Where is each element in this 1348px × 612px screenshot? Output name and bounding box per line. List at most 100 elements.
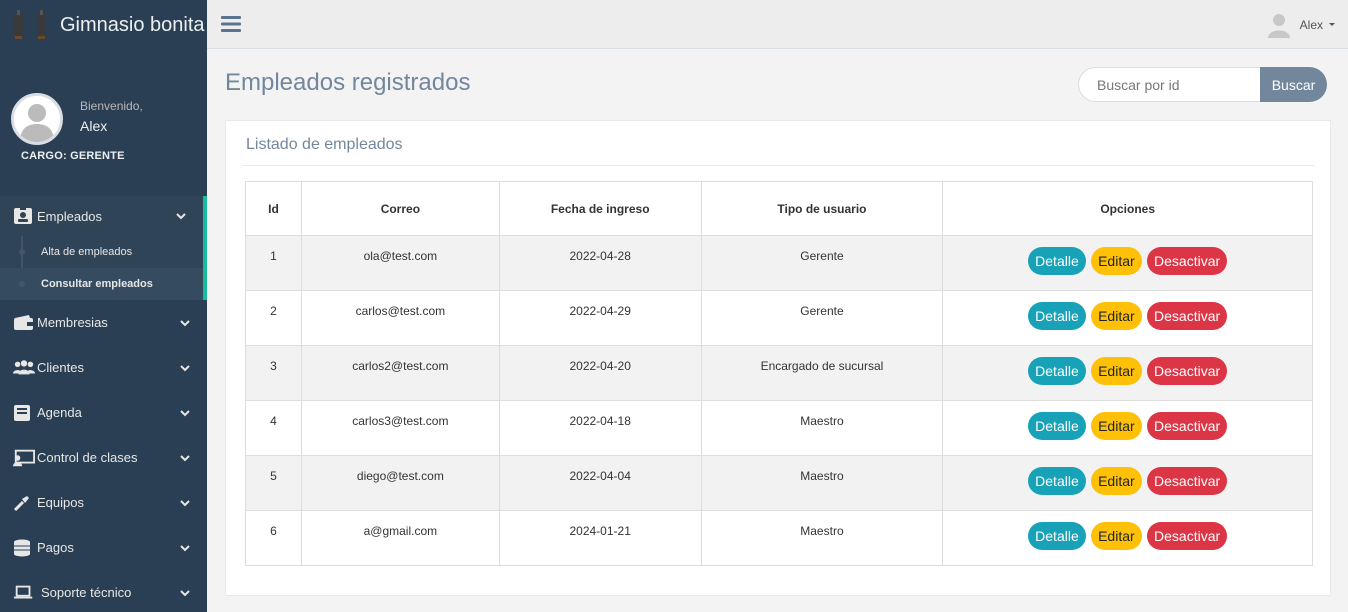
cell-type: Maestro: [700, 455, 944, 511]
cell-id: 2: [245, 290, 302, 346]
chevron-down-icon: [180, 499, 190, 506]
wallet-icon: [14, 314, 33, 330]
table-header-row: Id Correo Fecha de ingreso Tipo de usuar…: [245, 181, 1313, 236]
cell-options: Detalle Editar Desactivar: [942, 345, 1313, 401]
cell-type: Gerente: [700, 235, 944, 291]
cell-date: 2024-01-21: [498, 510, 702, 566]
chevron-down-icon: [180, 589, 190, 596]
cell-date: 2022-04-04: [498, 455, 702, 511]
edit-button[interactable]: Editar: [1091, 522, 1142, 550]
cell-email: a@gmail.com: [300, 510, 500, 566]
cell-date: 2022-04-20: [498, 345, 702, 401]
deactivate-button[interactable]: Desactivar: [1147, 412, 1228, 440]
cell-options: Detalle Editar Desactivar: [942, 510, 1313, 566]
detail-button[interactable]: Detalle: [1028, 302, 1086, 330]
dumbbell-icon: [14, 10, 46, 39]
top-navbar: Alex: [207, 0, 1348, 49]
table-row: 4 carlos3@test.com 2022-04-18 Maestro De…: [245, 400, 1313, 456]
user-avatar-icon: [1267, 14, 1290, 38]
menu-toggle-icon[interactable]: [221, 14, 241, 34]
topnav-username: Alex: [1299, 18, 1323, 32]
cell-options: Detalle Editar Desactivar: [942, 400, 1313, 456]
deactivate-button[interactable]: Desactivar: [1147, 522, 1228, 550]
edit-button[interactable]: Editar: [1091, 357, 1142, 385]
sidebar-item-clientes[interactable]: Clientes: [0, 345, 207, 390]
detail-button[interactable]: Detalle: [1028, 247, 1086, 275]
chevron-down-icon: [180, 364, 190, 371]
book-icon: [14, 404, 30, 421]
search-bar: Buscar: [1078, 67, 1327, 102]
cell-type: Maestro: [700, 510, 944, 566]
cell-options: Detalle Editar Desactivar: [942, 290, 1313, 346]
cell-options: Detalle Editar Desactivar: [942, 235, 1313, 291]
profile-name: Alex: [80, 117, 108, 134]
sidebar-item-label: Equipos: [37, 495, 84, 510]
edit-button[interactable]: Editar: [1091, 247, 1142, 275]
cell-type: Encargado de sucursal: [700, 345, 944, 401]
detail-button[interactable]: Detalle: [1028, 412, 1086, 440]
tools-icon: [13, 495, 29, 511]
employees-panel: Listado de empleados Id Correo Fecha de …: [225, 120, 1331, 596]
sidebar-item-label: Empleados: [37, 208, 103, 224]
users-icon: [13, 359, 35, 374]
cell-email: carlos2@test.com: [300, 345, 500, 401]
column-header-fecha: Fecha de ingreso: [498, 181, 702, 236]
detail-button[interactable]: Detalle: [1028, 357, 1086, 385]
cell-email: ola@test.com: [300, 235, 500, 291]
table-row: 5 diego@test.com 2022-04-04 Maestro Deta…: [245, 455, 1313, 511]
detail-button[interactable]: Detalle: [1028, 467, 1086, 495]
table-row: 2 carlos@test.com 2022-04-29 Gerente Det…: [245, 290, 1313, 346]
column-header-opciones: Opciones: [942, 181, 1313, 236]
edit-button[interactable]: Editar: [1091, 467, 1142, 495]
sidebar-item-label: Clientes: [37, 360, 84, 375]
caret-down-icon: [1329, 23, 1335, 26]
edit-button[interactable]: Editar: [1091, 412, 1142, 440]
deactivate-button[interactable]: Desactivar: [1147, 247, 1228, 275]
coins-icon: [14, 539, 30, 556]
table-row: 3 carlos2@test.com 2022-04-20 Encargado …: [245, 345, 1313, 401]
panel-title: Listado de empleados: [246, 136, 403, 153]
deactivate-button[interactable]: Desactivar: [1147, 302, 1228, 330]
sidebar-subitem-label: Alta de empleados: [41, 246, 133, 258]
sidebar-item-equipos[interactable]: Equipos: [0, 480, 207, 525]
sidebar-item-alta-empleados[interactable]: Alta de empleados: [0, 236, 203, 268]
cell-id: 3: [245, 345, 302, 401]
chevron-down-icon: [180, 454, 190, 461]
side-menu: Empleados Alta de empleados Consultar em…: [0, 196, 207, 612]
cell-options: Detalle Editar Desactivar: [942, 455, 1313, 511]
chevron-down-icon: [180, 409, 190, 416]
cell-email: carlos3@test.com: [300, 400, 500, 456]
main-content: Empleados registrados Buscar Listado de …: [207, 50, 1348, 612]
sidebar-item-agenda[interactable]: Agenda: [0, 390, 207, 435]
sidebar-item-consultar-empleados[interactable]: Consultar empleados: [0, 268, 203, 300]
cell-date: 2022-04-28: [498, 235, 702, 291]
cell-id: 6: [245, 510, 302, 566]
user-silhouette-icon: [14, 96, 60, 142]
deactivate-button[interactable]: Desactivar: [1147, 467, 1228, 495]
search-button[interactable]: Buscar: [1260, 67, 1327, 102]
deactivate-button[interactable]: Desactivar: [1147, 357, 1228, 385]
brand[interactable]: Gimnasio bonita: [0, 0, 207, 50]
sidebar-item-pagos[interactable]: Pagos: [0, 525, 207, 570]
detail-button[interactable]: Detalle: [1028, 522, 1086, 550]
chevron-down-icon: [180, 319, 190, 326]
sidebar-item-label: Pagos: [37, 540, 74, 555]
sidebar-item-soporte[interactable]: Soporte técnico: [0, 570, 207, 612]
edit-button[interactable]: Editar: [1091, 302, 1142, 330]
cell-id: 4: [245, 400, 302, 456]
sidebar-item-empleados[interactable]: Empleados: [0, 196, 207, 236]
sidebar-item-control-clases[interactable]: Control de clases: [0, 435, 207, 480]
sidebar-item-label: Soporte técnico: [41, 585, 132, 600]
column-header-tipo: Tipo de usuario: [700, 181, 944, 236]
employees-table: Id Correo Fecha de ingreso Tipo de usuar…: [245, 181, 1313, 566]
laptop-icon: [13, 585, 33, 598]
page-title: Empleados registrados: [225, 69, 471, 96]
sidebar-item-label: Control de clases: [37, 450, 138, 465]
user-dropdown[interactable]: Alex: [1267, 12, 1336, 38]
avatar: [11, 93, 63, 145]
cell-id: 1: [245, 235, 302, 291]
search-input[interactable]: [1078, 67, 1260, 102]
cell-email: diego@test.com: [300, 455, 500, 511]
sidebar-item-membresias[interactable]: Membresias: [0, 300, 207, 345]
sidebar-item-label: Agenda: [37, 405, 82, 420]
